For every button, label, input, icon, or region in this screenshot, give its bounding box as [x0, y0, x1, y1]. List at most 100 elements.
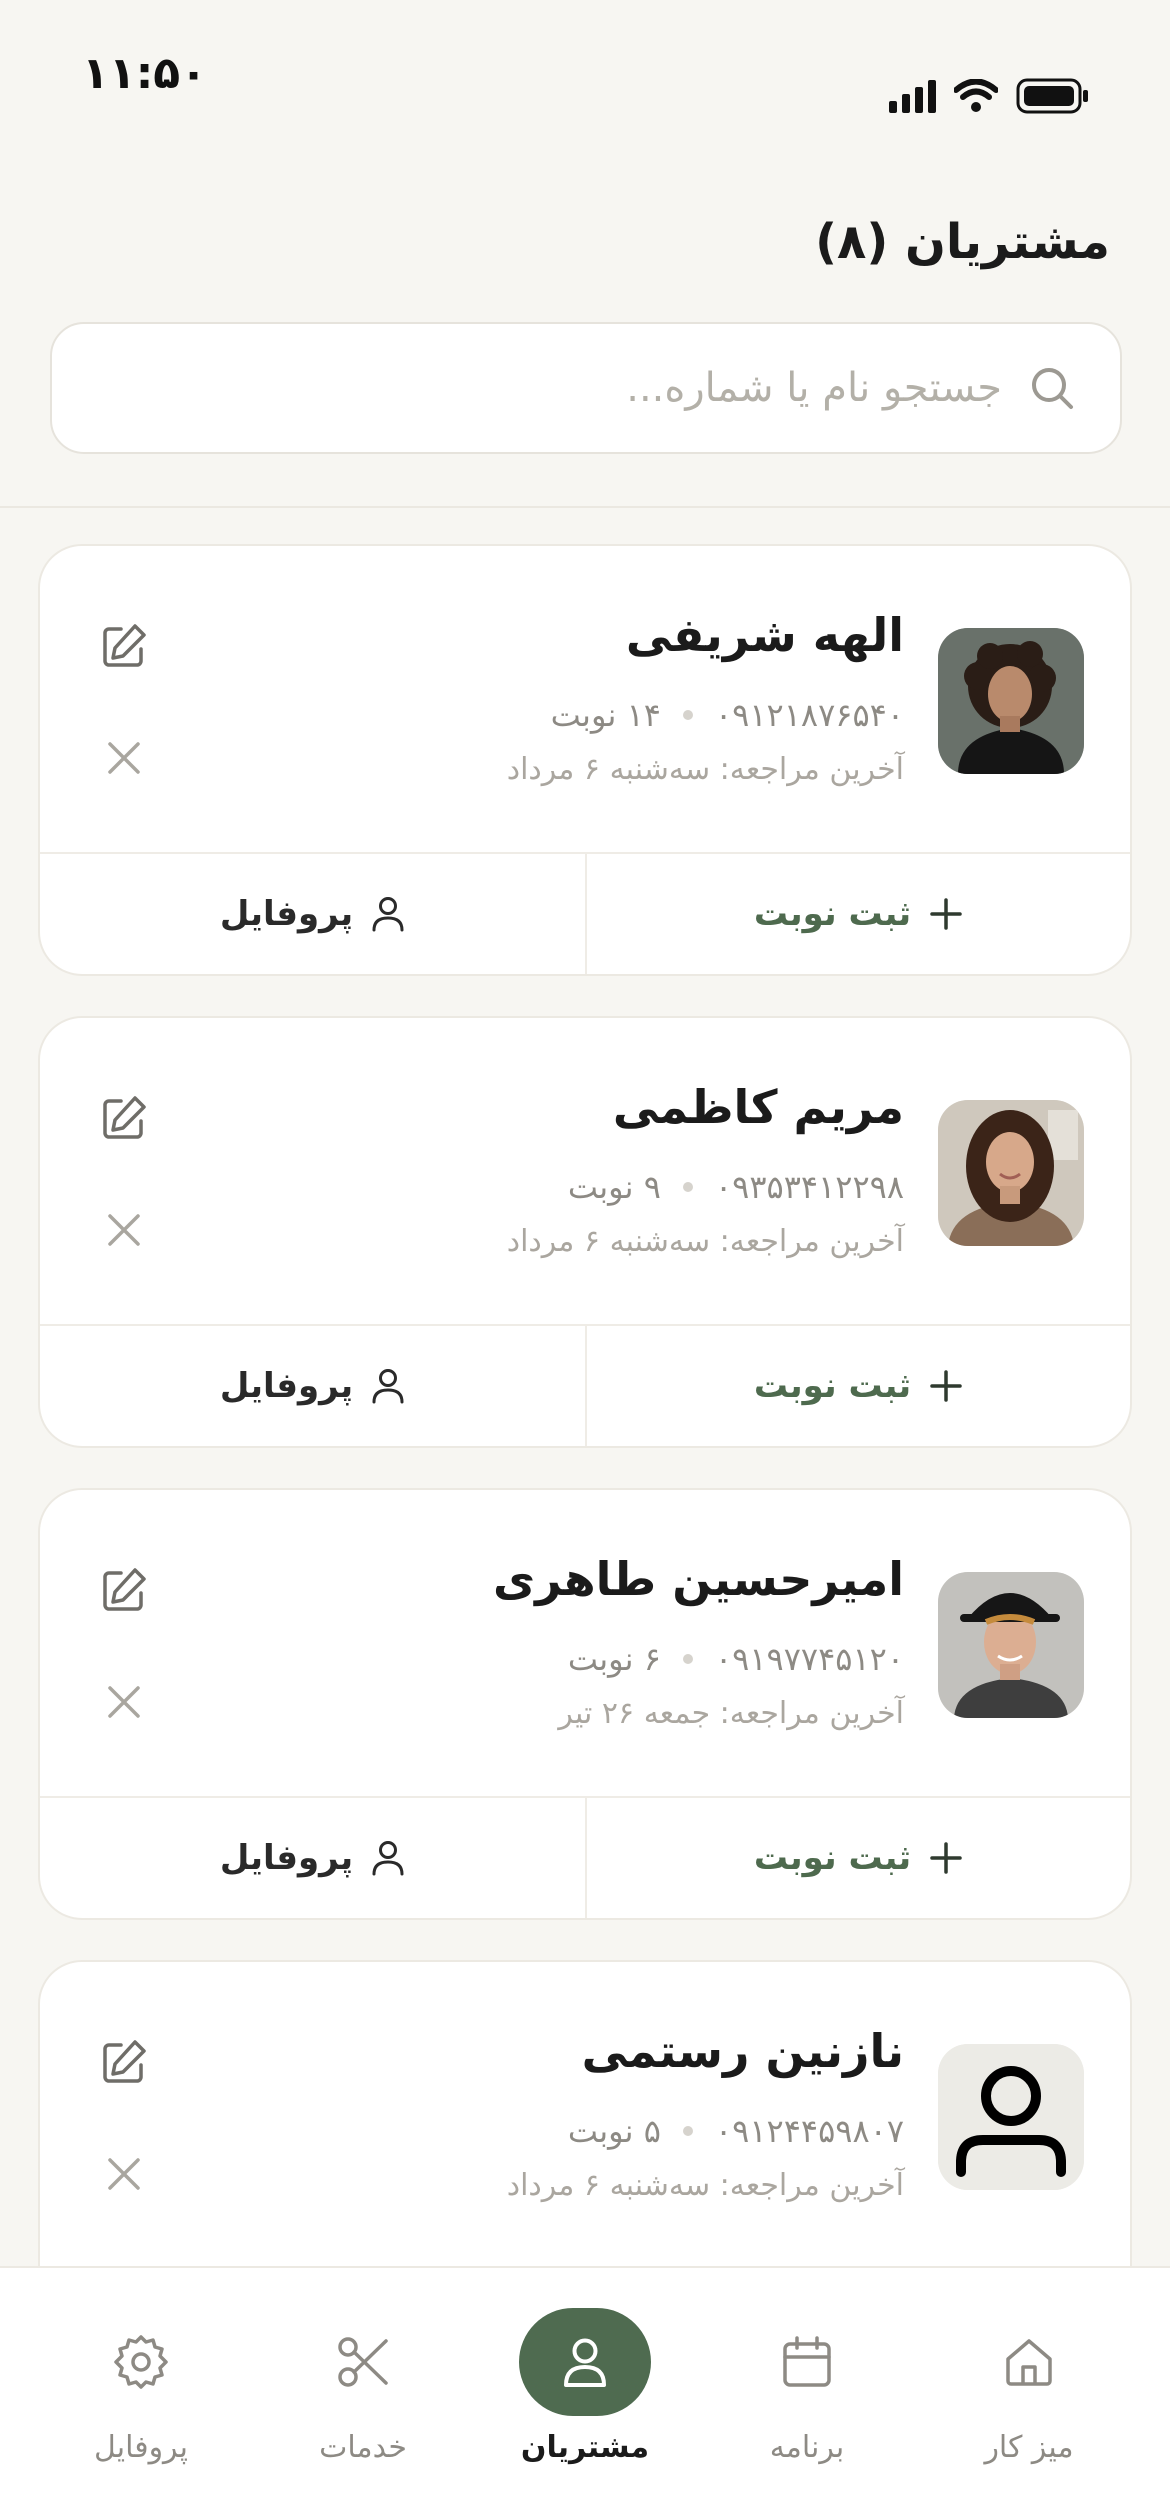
client-phone: ۰۹۱۲۱۸۷۶۵۴۰ — [714, 696, 904, 734]
delete-button[interactable] — [94, 2144, 154, 2204]
avatar — [938, 1572, 1084, 1718]
client-name: نازنین رستمی — [581, 2024, 904, 2078]
client-card[interactable]: امیرحسین طاهری ۰۹۱۹۷۷۴۵۱۲۰ ۶ نوبت آخرین … — [38, 1488, 1132, 1920]
book-appointment-button[interactable]: ثبت نوبت — [585, 854, 1130, 974]
user-icon — [372, 897, 404, 932]
status-time: ۱۱:۵۰ — [82, 48, 208, 99]
page-title: مشتریان (۸) — [815, 214, 1110, 270]
nav-icon-container — [519, 2308, 651, 2416]
avatar — [938, 2044, 1084, 2190]
header-divider — [0, 506, 1170, 508]
nav-item-dashboard[interactable]: میز کار — [929, 2268, 1129, 2496]
client-phone: ۰۹۱۲۴۴۵۹۸۰۷ — [714, 2112, 904, 2150]
close-icon — [108, 1686, 140, 1718]
last-visit: آخرین مراجعه: سه‌شنبه ۶ مرداد — [506, 2168, 904, 2203]
edit-icon — [103, 624, 146, 667]
close-icon — [108, 1214, 140, 1246]
separator-dot — [682, 1182, 693, 1192]
scissors-icon — [338, 2337, 388, 2387]
gear-icon — [114, 2335, 168, 2389]
user-icon — [564, 2338, 606, 2387]
visit-count: ۶ نوبت — [567, 1640, 661, 1678]
client-photo — [938, 1572, 1084, 1718]
edit-button[interactable] — [94, 1560, 154, 1620]
status-bar: ۱۱:۵۰ — [0, 0, 1170, 150]
profile-label: پروفایل — [219, 1838, 354, 1878]
visit-count: ۹ نوبت — [567, 1168, 661, 1206]
nav-icon-container — [963, 2308, 1095, 2416]
default-avatar-icon — [938, 2044, 1084, 2190]
client-meta: ۰۹۱۲۴۴۵۹۸۰۷ ۵ نوبت — [568, 2112, 904, 2150]
delete-button[interactable] — [94, 1672, 154, 1732]
nav-label: پروفایل — [94, 2430, 188, 2465]
nav-item-profile[interactable]: پروفایل — [41, 2268, 241, 2496]
home-icon — [1006, 2339, 1052, 2386]
search-input[interactable] — [52, 324, 1028, 452]
client-card[interactable]: الهه شریفی ۰۹۱۲۱۸۷۶۵۴۰ ۱۴ نوبت آخرین مرا… — [38, 544, 1132, 976]
client-photo — [938, 628, 1084, 774]
avatar — [938, 1100, 1084, 1246]
card-actions: پروفایل ثبت نوبت — [40, 852, 1130, 974]
nav-label: میز کار — [984, 2430, 1074, 2465]
close-icon — [108, 2158, 140, 2190]
client-meta: ۰۹۳۵۳۴۱۲۲۹۸ ۹ نوبت — [568, 1168, 904, 1206]
client-phone: ۰۹۳۵۳۴۱۲۲۹۸ — [714, 1168, 904, 1206]
client-list: الهه شریفی ۰۹۱۲۱۸۷۶۵۴۰ ۱۴ نوبت آخرین مرا… — [38, 544, 1132, 2360]
nav-label: مشتریان — [520, 2430, 650, 2465]
edit-button[interactable] — [94, 2032, 154, 2092]
edit-button[interactable] — [94, 616, 154, 676]
edit-icon — [103, 1568, 146, 1611]
battery-icon — [1016, 78, 1088, 114]
book-label: ثبت نوبت — [753, 894, 912, 934]
profile-label: پروفایل — [219, 1366, 354, 1406]
visit-count: ۱۴ نوبت — [550, 696, 661, 734]
bottom-nav: میز کار برنامه مشتریان خدمات پروفایل — [0, 2266, 1170, 2496]
separator-dot — [682, 1654, 693, 1664]
client-photo — [938, 1100, 1084, 1246]
profile-button[interactable]: پروفایل — [40, 854, 585, 974]
profile-button[interactable]: پروفایل — [40, 1326, 585, 1446]
card-actions: پروفایل ثبت نوبت — [40, 1324, 1130, 1446]
client-name: امیرحسین طاهری — [492, 1552, 904, 1606]
cellular-signal-icon — [889, 79, 936, 113]
user-icon — [372, 1841, 404, 1876]
nav-item-clients[interactable]: مشتریان — [485, 2268, 685, 2496]
client-name: الهه شریفی — [625, 608, 904, 662]
client-card[interactable]: مریم کاظمی ۰۹۳۵۳۴۱۲۲۹۸ ۹ نوبت آخرین مراج… — [38, 1016, 1132, 1448]
last-visit: آخرین مراجعه: جمعه ۲۶ تیر — [558, 1696, 904, 1731]
nav-item-services[interactable]: خدمات — [263, 2268, 463, 2496]
visit-count: ۵ نوبت — [567, 2112, 661, 2150]
separator-dot — [682, 2126, 693, 2136]
nav-icon-container — [75, 2308, 207, 2416]
client-phone: ۰۹۱۹۷۷۴۵۱۲۰ — [714, 1640, 904, 1678]
book-appointment-button[interactable]: ثبت نوبت — [585, 1326, 1130, 1446]
nav-label: خدمات — [319, 2430, 407, 2465]
edit-icon — [103, 1096, 146, 1139]
nav-label: برنامه — [769, 2430, 845, 2465]
profile-button[interactable]: پروفایل — [40, 1798, 585, 1918]
profile-label: پروفایل — [219, 894, 354, 934]
close-icon — [108, 742, 140, 774]
client-meta: ۰۹۱۲۱۸۷۶۵۴۰ ۱۴ نوبت — [551, 696, 904, 734]
nav-item-schedule[interactable]: برنامه — [707, 2268, 907, 2496]
last-visit: آخرین مراجعه: سه‌شنبه ۶ مرداد — [506, 752, 904, 787]
edit-button[interactable] — [94, 1088, 154, 1148]
search-icon — [1032, 368, 1073, 409]
client-meta: ۰۹۱۹۷۷۴۵۱۲۰ ۶ نوبت — [568, 1640, 904, 1678]
edit-icon — [103, 2040, 146, 2083]
book-appointment-button[interactable]: ثبت نوبت — [585, 1798, 1130, 1918]
delete-button[interactable] — [94, 1200, 154, 1260]
book-label: ثبت نوبت — [753, 1838, 912, 1878]
calendar-icon — [783, 2336, 831, 2387]
delete-button[interactable] — [94, 728, 154, 788]
separator-dot — [682, 710, 693, 720]
status-icons — [889, 78, 1090, 114]
avatar — [938, 628, 1084, 774]
plus-icon — [930, 898, 962, 930]
nav-icon-container — [297, 2308, 429, 2416]
plus-icon — [930, 1370, 962, 1402]
user-icon — [372, 1369, 404, 1404]
book-label: ثبت نوبت — [753, 1366, 912, 1406]
clients-screen: ۱۱:۵۰ مشتریان (۸) جستجو نام یا شماره... … — [0, 0, 1170, 2496]
search-box[interactable] — [50, 322, 1122, 454]
